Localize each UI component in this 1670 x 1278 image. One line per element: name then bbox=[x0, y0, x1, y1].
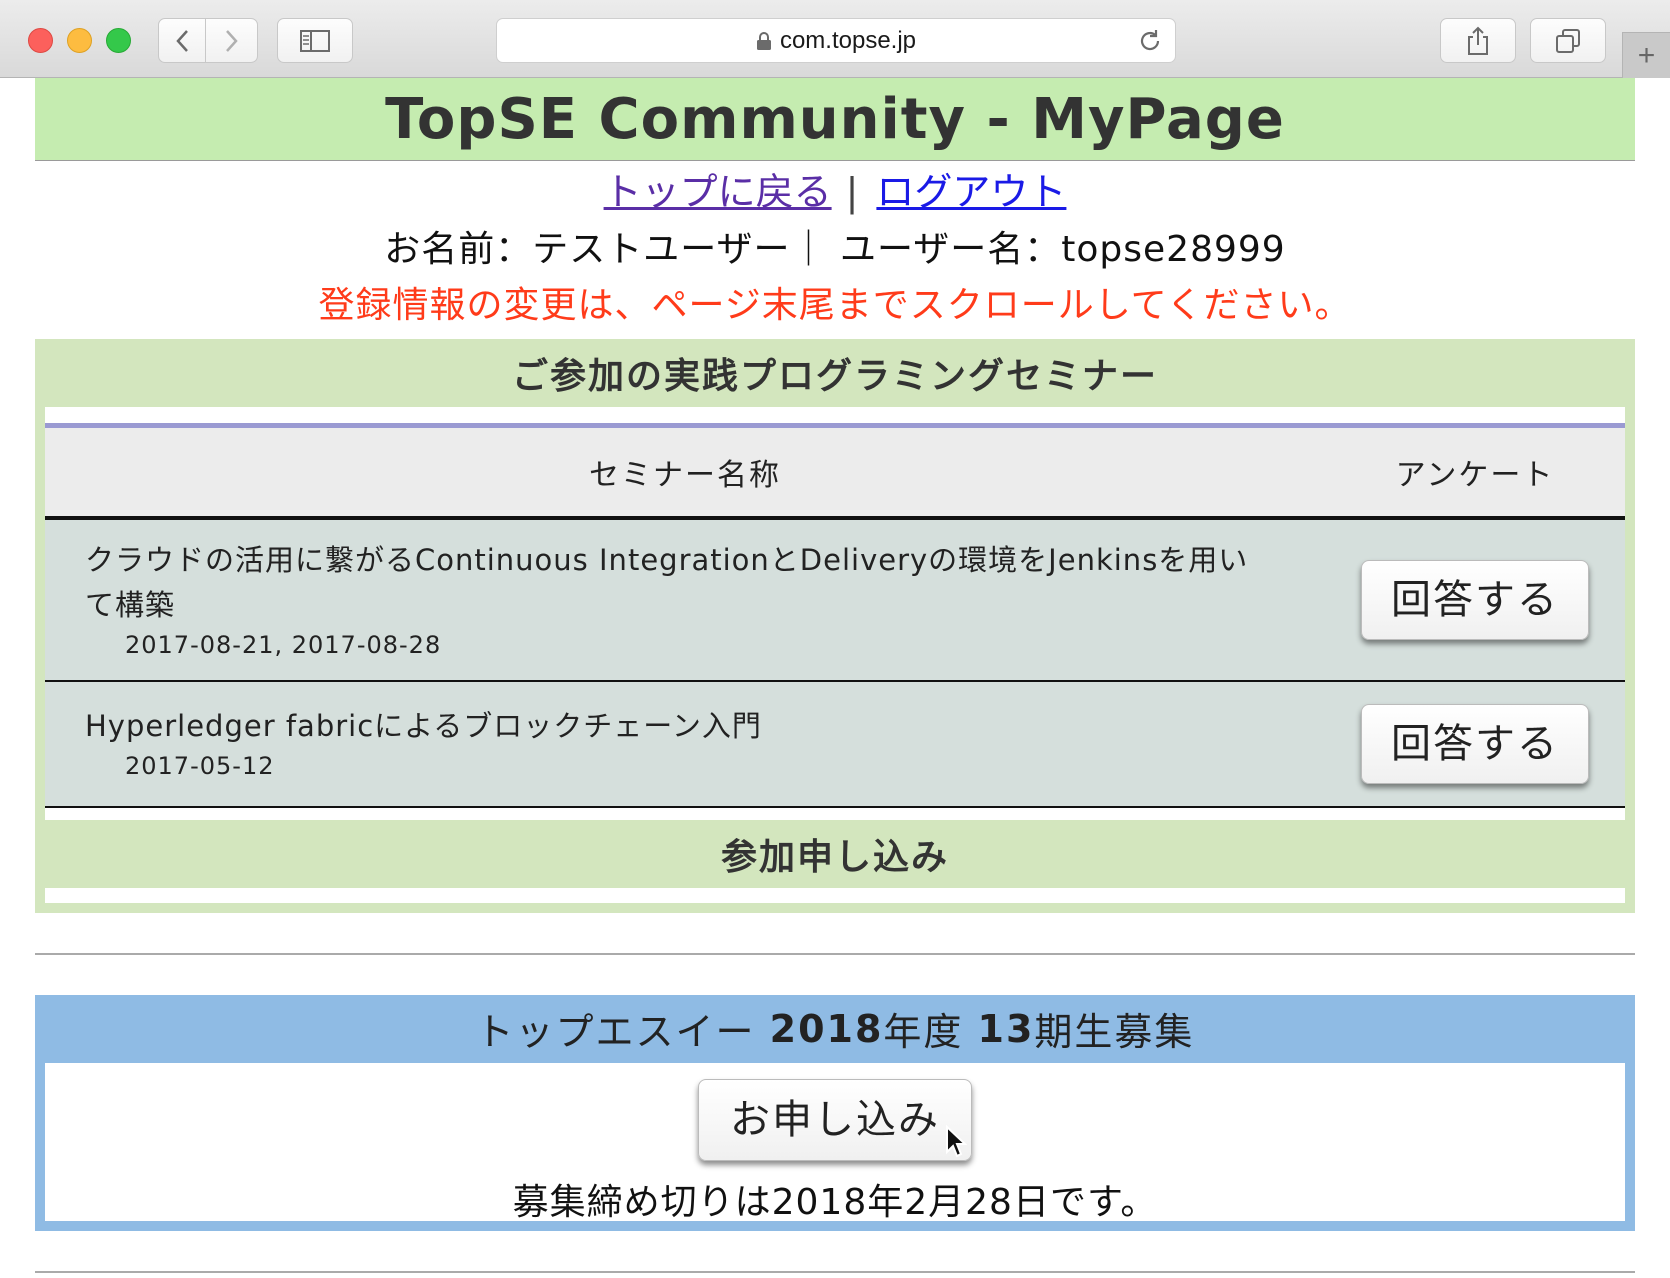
new-tab-button[interactable]: + bbox=[1622, 32, 1670, 78]
sidebar-icon bbox=[300, 29, 330, 52]
seminar-table: セミナー名称 アンケート クラウドの活用に繋がるContinuous Integ… bbox=[45, 423, 1625, 808]
url-text: com.topse.jp bbox=[779, 26, 917, 54]
profile-change-notice: 登録情報の変更は、ページ末尾までスクロールしてください。 bbox=[318, 285, 1352, 326]
zoom-window-button[interactable] bbox=[106, 28, 131, 53]
top-nav: トップに戻る | ログアウト bbox=[35, 167, 1635, 217]
seminar-table-wrapper: セミナー名称 アンケート クラウドの活用に繋がるContinuous Integ… bbox=[35, 407, 1635, 903]
deadline-text: 募集締め切りは2018年2月28日です。 bbox=[512, 1181, 1158, 1223]
recruit-heading: トップエスイー 2018 年度 13 期生募集 bbox=[45, 995, 1625, 1063]
table-row: Hyperledger fabricによるブロックチェーン入門 2017-05-… bbox=[45, 680, 1625, 807]
column-header-seminar-name: セミナー名称 bbox=[589, 457, 781, 493]
seminar-title: Hyperledger fabricによるブロックチェーン入門 bbox=[85, 709, 762, 743]
apply-section-body bbox=[45, 887, 1625, 903]
show-tabs-button[interactable] bbox=[1530, 18, 1606, 63]
seminar-name-cell: Hyperledger fabricによるブロックチェーン入門 2017-05-… bbox=[45, 681, 1325, 807]
recruit-heading-mid: 年度 bbox=[883, 1010, 964, 1054]
recruit-heading-term: 13 bbox=[977, 1006, 1035, 1051]
recruit-heading-prefix: トップエスイー bbox=[475, 1010, 756, 1054]
recruit-panel: トップエスイー 2018 年度 13 期生募集 お申し込み 募集締め切りは2018年… bbox=[35, 994, 1635, 1231]
share-icon bbox=[1468, 26, 1488, 55]
survey-cell: 回答する bbox=[1325, 681, 1625, 807]
section-divider bbox=[35, 1270, 1635, 1273]
answer-survey-button[interactable]: 回答する bbox=[1361, 559, 1589, 640]
share-button[interactable] bbox=[1440, 18, 1516, 63]
page-content: TopSE Community - MyPage トップに戻る | ログアウト お名… bbox=[35, 78, 1635, 1273]
chevron-left-icon bbox=[176, 29, 188, 52]
back-to-top-link[interactable]: トップに戻る bbox=[604, 170, 832, 214]
close-window-button[interactable] bbox=[28, 28, 53, 53]
seminar-panel: ご参加の実践プログラミングセミナー セミナー名称 アンケート クラウドの活用に繋… bbox=[35, 339, 1635, 913]
back-button[interactable] bbox=[158, 18, 206, 63]
browser-toolbar: com.topse.jp + bbox=[0, 0, 1670, 78]
seminar-dates: 2017-08-21, 2017-08-28 bbox=[125, 630, 442, 659]
chevron-right-icon bbox=[225, 29, 238, 52]
mouse-cursor-icon bbox=[946, 1124, 967, 1157]
minimize-window-button[interactable] bbox=[67, 28, 92, 53]
sidebar-toggle-button[interactable] bbox=[277, 18, 353, 63]
apply-section-heading: 参加申し込み bbox=[35, 819, 1635, 888]
plus-icon: + bbox=[1637, 38, 1656, 72]
survey-cell: 回答する bbox=[1325, 518, 1625, 681]
recruit-heading-year: 2018 bbox=[769, 1006, 884, 1051]
site-header: TopSE Community - MyPage bbox=[35, 78, 1635, 161]
answer-survey-button[interactable]: 回答する bbox=[1361, 703, 1589, 784]
tabs-overview-icon bbox=[1556, 28, 1580, 53]
logout-link[interactable]: ログアウト bbox=[876, 170, 1066, 214]
apply-button[interactable]: お申し込み bbox=[698, 1078, 972, 1161]
nav-separator: | bbox=[845, 170, 859, 214]
page-title: TopSE Community - MyPage bbox=[385, 86, 1285, 152]
table-row: クラウドの活用に繋がるContinuous IntegrationとDelive… bbox=[45, 517, 1625, 681]
recruit-heading-suffix: 期生募集 bbox=[1034, 1010, 1195, 1054]
forward-button[interactable] bbox=[206, 18, 258, 63]
seminar-name-cell: クラウドの活用に繋がるContinuous IntegrationとDelive… bbox=[45, 518, 1325, 681]
section-divider bbox=[35, 952, 1635, 955]
seminar-panel-heading: ご参加の実践プログラミングセミナー bbox=[511, 356, 1158, 397]
seminar-title: クラウドの活用に繋がるContinuous IntegrationとDelive… bbox=[85, 542, 1249, 622]
reload-icon[interactable] bbox=[1137, 28, 1163, 54]
address-bar[interactable]: com.topse.jp bbox=[496, 18, 1176, 63]
lock-icon bbox=[756, 31, 771, 50]
column-header-survey: アンケート bbox=[1395, 457, 1555, 493]
seminar-dates: 2017-05-12 bbox=[125, 752, 275, 780]
recruit-body: お申し込み 募集締め切りは2018年2月28日です。 bbox=[45, 1062, 1625, 1223]
table-header-row: セミナー名称 アンケート bbox=[45, 425, 1625, 518]
user-info: お名前：テストユーザー｜ ユーザー名：topse28999 bbox=[384, 229, 1286, 270]
